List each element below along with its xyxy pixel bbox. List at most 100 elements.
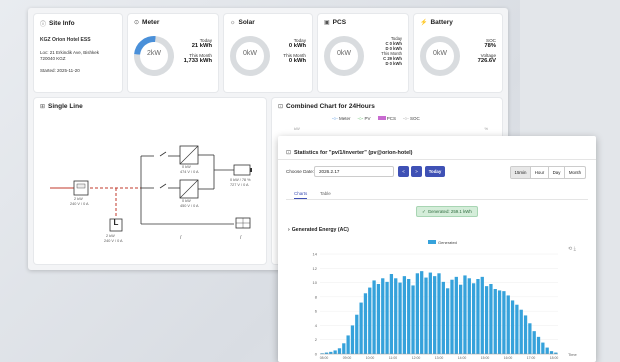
tabs-divider (286, 199, 588, 200)
solar-stats: Today 0 kWh This Month 0 kWh (283, 38, 306, 64)
combined-chart-title: Combined Chart for 24Hours (286, 103, 375, 110)
section-title: Generated Energy (AC) (291, 227, 349, 233)
site-info-title: Site Info (49, 20, 75, 27)
interval-day[interactable]: Day (549, 167, 565, 178)
switch-inv2 (159, 183, 167, 189)
inverter2-kw: 0 kW (182, 199, 191, 203)
bar (545, 347, 549, 354)
battery-title: Battery (430, 19, 453, 26)
chevron-right-icon: › (288, 227, 290, 233)
x-tick-label: 16:00 (504, 356, 513, 360)
pcs-month-discharge: D 0 kWh (385, 61, 402, 66)
bar (342, 343, 346, 354)
bar (329, 351, 333, 354)
bar (411, 285, 415, 354)
meter-title: Meter (142, 19, 160, 26)
choose-date-label: Choose Date: (286, 169, 315, 174)
x-tick-label: 11:00 (389, 356, 397, 360)
pv-panel-value: / (240, 235, 242, 241)
legend-generated-label: Generated (438, 240, 457, 245)
check-icon: ✓ (422, 208, 426, 214)
bar (407, 279, 411, 354)
x-tick-label: 10:00 (366, 356, 375, 360)
bar (528, 323, 532, 354)
site-info-header: ⓘ Site Info (40, 19, 75, 28)
bar (350, 325, 355, 354)
inverter1-sub: 474 V / 0 A (180, 170, 199, 174)
bar (519, 309, 523, 354)
bar (463, 275, 467, 354)
battery-header: ⚡ Battery (420, 19, 453, 26)
pcs-card: ▣ PCS 0kW Today C 0 kWh D 0 kWh This Mon… (318, 14, 408, 92)
legend-pv[interactable]: -○- PV (358, 116, 371, 121)
interval-15min[interactable]: 15min (511, 167, 531, 178)
generated-status-badge: ✓ Generated: 259.1 kWh (416, 206, 478, 217)
battery-node-kw: 0 kW / 78 % (230, 178, 251, 182)
pcs-gauge-value: 0kW (337, 50, 351, 57)
bar (441, 281, 445, 354)
inverter1-kw: 0 kW (182, 165, 191, 169)
chart-icon: ⊡ (278, 104, 284, 110)
header-divider (278, 159, 596, 160)
site-started-date: Started: 2025-11-20 (40, 68, 80, 73)
tab-table[interactable]: Table (320, 191, 331, 196)
legend-pcs-label: PCS (386, 116, 397, 121)
next-date-button[interactable]: > (411, 166, 422, 177)
section-header: › Generated Energy (AC) (288, 227, 349, 233)
x-tick-label: 09:00 (343, 356, 352, 360)
site-name: KGZ Orion Hotel ESS (40, 37, 91, 43)
load-letter: L (113, 218, 119, 227)
bar (433, 276, 437, 354)
bar (532, 331, 536, 354)
meter-month-value: 1,733 kWh (183, 57, 212, 64)
bar (454, 276, 458, 354)
pcs-title: PCS (332, 19, 347, 26)
bar (489, 284, 493, 354)
prev-date-button[interactable]: < (398, 166, 409, 177)
meter-gauge-value: 2kW (147, 50, 161, 57)
bar (363, 293, 368, 354)
meter-card: ⊙ Meter 2kW Today 21 kWh This Month 1,73… (125, 14, 218, 92)
bar (337, 348, 342, 354)
legend-meter[interactable]: -○- Meter (332, 116, 351, 121)
bar (541, 342, 545, 354)
date-input[interactable]: 2026.2.17 (314, 166, 394, 177)
bar (394, 278, 398, 354)
pcs-header: ▣ PCS (324, 19, 346, 26)
bar (385, 281, 389, 354)
pcs-icon: ▣ (324, 20, 330, 26)
y-tick-label: 10 (313, 280, 318, 285)
bar (471, 283, 476, 354)
bar (458, 284, 463, 354)
y-tick-label: 8 (315, 294, 318, 299)
site-location-line2: 720040 KGZ (40, 56, 66, 61)
battery-stats: SOC 78% Voltage 726.6V (478, 38, 496, 64)
bar (450, 279, 454, 354)
bar (437, 273, 441, 354)
legend-pcs[interactable]: PCS (377, 116, 397, 121)
inverter2-sub: 450 V / 0 A (180, 204, 199, 208)
generated-energy-chart: Generated 14 12 10 8 6 4 2 008:00 09:00 10:00 11:00… (313, 240, 578, 360)
legend-generated-swatch (428, 240, 436, 244)
y-tick-label: 6 (315, 309, 318, 314)
statistics-title: Statistics for "pv/1/inverter" (pv@orion… (294, 149, 413, 156)
today-button[interactable]: Today (425, 166, 445, 177)
legend-pv-label: PV (364, 116, 371, 121)
bar (389, 274, 394, 354)
bar (476, 279, 480, 354)
bar (523, 315, 528, 354)
interval-hour[interactable]: Hour (531, 167, 549, 178)
pv-branch-value: / (180, 235, 182, 241)
interval-month[interactable]: Month (565, 167, 585, 178)
tab-charts[interactable]: Charts (294, 191, 308, 199)
bar (480, 276, 484, 354)
combined-y-right-label: % (484, 126, 488, 131)
bar (376, 284, 381, 354)
x-tick-label: 15:00 (481, 356, 490, 360)
bar (402, 276, 407, 354)
bar (510, 300, 515, 354)
legend-soc[interactable]: -○- SOC (403, 116, 420, 121)
legend-soc-label: SOC (410, 116, 420, 121)
bar (346, 335, 350, 354)
meter-header: ⊙ Meter (134, 19, 159, 26)
